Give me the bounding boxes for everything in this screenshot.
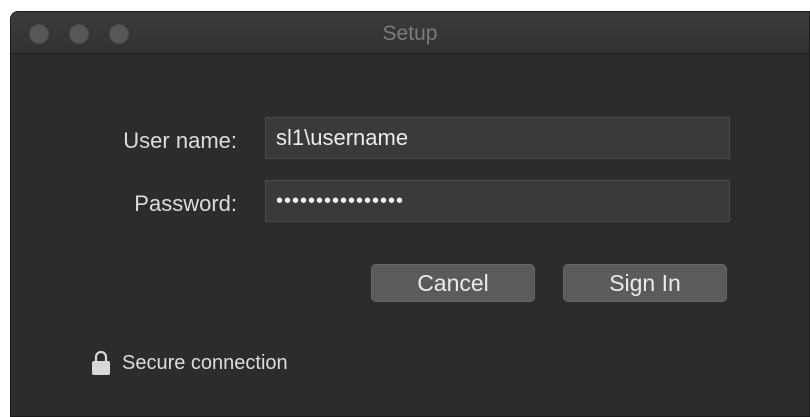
titlebar: Setup bbox=[11, 12, 809, 54]
sign-in-button[interactable]: Sign In bbox=[563, 264, 727, 302]
password-field[interactable] bbox=[265, 180, 730, 222]
username-label: User name: bbox=[123, 128, 237, 153]
lock-icon bbox=[92, 350, 110, 375]
password-label: Password: bbox=[134, 191, 237, 216]
cancel-button[interactable]: Cancel bbox=[371, 264, 535, 302]
setup-window: Setup User name: Password: Cancel Sign I… bbox=[10, 11, 810, 417]
window-title: Setup bbox=[382, 22, 438, 45]
secure-connection-text: Secure connection bbox=[122, 352, 288, 374]
username-field[interactable] bbox=[265, 117, 730, 159]
